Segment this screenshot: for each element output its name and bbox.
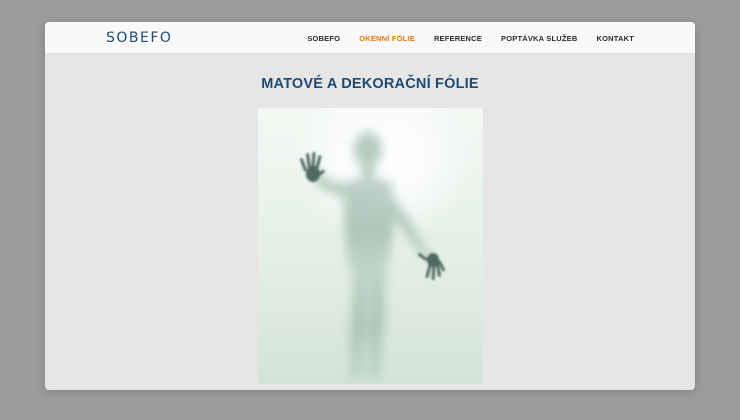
hero-image-frosted-glass-silhouette [258,108,483,384]
nav-item-sobefo[interactable]: SOBEFO [307,34,340,43]
nav-item-poptavka-sluzeb[interactable]: POPTÁVKA SLUŽEB [501,34,577,43]
browser-window: SOBEFO SOBEFO OKENNÍ FÓLIE REFERENCE POP… [45,22,695,390]
nav-item-reference[interactable]: REFERENCE [434,34,482,43]
silhouette-illustration [300,131,446,380]
site-header: SOBEFO SOBEFO OKENNÍ FÓLIE REFERENCE POP… [45,22,695,54]
main-navigation: SOBEFO OKENNÍ FÓLIE REFERENCE POPTÁVKA S… [307,22,634,54]
site-logo[interactable]: SOBEFO [106,30,172,46]
nav-item-okenni-folie[interactable]: OKENNÍ FÓLIE [359,34,415,43]
hand-right-icon [417,253,446,281]
nav-item-kontakt[interactable]: KONTAKT [596,34,634,43]
page-title: MATOVÉ A DEKORAČNÍ FÓLIE [261,76,479,92]
